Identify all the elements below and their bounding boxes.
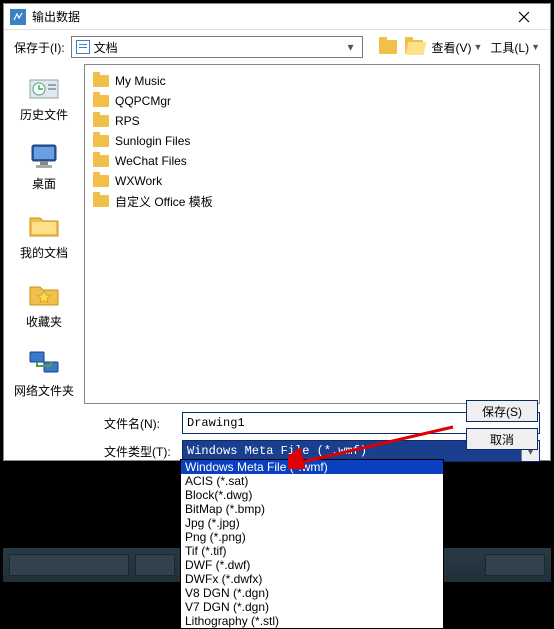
list-item[interactable]: RPS [91,111,533,131]
filetype-label: 文件类型(T): [104,443,174,460]
sidebar-item-label: 我的文档 [20,244,68,261]
dropdown-option[interactable]: V7 DGN (*.dgn) [181,600,443,614]
dialog-buttons: 保存(S) 取消 [466,400,538,450]
tools-label: 工具(L) [490,39,529,56]
file-name: WeChat Files [115,154,187,168]
toolbar: 查看(V) ▼ 工具(L) ▼ [379,39,540,56]
save-in-value: 文档 [94,39,343,56]
save-in-label: 保存于(I): [14,39,65,56]
sidebar-item-mydocs[interactable]: 我的文档 [9,206,79,265]
dropdown-option[interactable]: Jpg (*.jpg) [181,516,443,530]
sidebar-item-network[interactable]: 网络文件夹 [9,344,79,403]
view-button[interactable]: 查看(V) ▼ [431,39,482,56]
folder-icon [93,95,109,107]
file-name: 自定义 Office 模板 [115,193,213,210]
file-name: RPS [115,114,140,128]
list-item[interactable]: Sunlogin Files [91,131,533,151]
cancel-button[interactable]: 取消 [466,428,538,450]
sidebar-item-label: 桌面 [32,175,56,192]
content-row: 历史文件 桌面 我的文档 [4,64,550,404]
titlebar: 输出数据 [4,4,550,30]
folder-icon [93,195,109,207]
file-name: My Music [115,74,166,88]
open-folder-icon[interactable] [405,40,423,54]
dropdown-option[interactable]: Windows Meta File (*.wmf) [181,460,443,474]
chevron-down-icon: ▾ [342,40,358,54]
dropdown-option[interactable]: BitMap (*.bmp) [181,502,443,516]
chevron-down-icon: ▼ [531,42,540,52]
filetype-dropdown[interactable]: Windows Meta File (*.wmf)ACIS (*.sat)Blo… [180,459,444,629]
dropdown-option[interactable]: DWF (*.dwf) [181,558,443,572]
list-item[interactable]: My Music [91,71,533,91]
save-in-row: 保存于(I): 文档 ▾ 查看(V) ▼ 工具(L) ▼ [4,30,550,64]
close-icon [518,11,530,23]
file-name: Sunlogin Files [115,134,190,148]
dropdown-option[interactable]: Lithography (*.stl) [181,614,443,628]
favorites-icon [26,279,62,309]
app-icon [10,9,26,25]
file-list[interactable]: My Music QQPCMgr RPS Sunlogin Files WeChat F… [84,64,540,404]
list-item[interactable]: WXWork [91,171,533,191]
view-label: 查看(V) [431,39,471,56]
folder-icon [26,210,62,240]
folder-icon [93,135,109,147]
folder-icon [93,115,109,127]
sidebar-item-desktop[interactable]: 桌面 [9,137,79,196]
dropdown-option[interactable]: Tif (*.tif) [181,544,443,558]
sidebar-item-label: 收藏夹 [26,313,62,330]
folder-icon [93,75,109,87]
dialog-title: 输出数据 [32,8,504,25]
save-in-combo[interactable]: 文档 ▾ [71,36,364,58]
save-button[interactable]: 保存(S) [466,400,538,422]
folder-icon [93,155,109,167]
back-folder-icon[interactable] [379,40,397,54]
folder-icon [93,175,109,187]
dropdown-option[interactable]: Png (*.png) [181,530,443,544]
dropdown-option[interactable]: DWFx (*.dwfx) [181,572,443,586]
documents-icon [76,40,90,54]
sidebar-item-history[interactable]: 历史文件 [9,68,79,127]
export-dialog: 输出数据 保存于(I): 文档 ▾ 查看(V) ▼ 工具(L) ▼ [3,3,551,461]
dropdown-option[interactable]: Block(*.dwg) [181,488,443,502]
close-button[interactable] [504,5,544,29]
dropdown-option[interactable]: V8 DGN (*.dgn) [181,586,443,600]
desktop-icon [26,141,62,171]
network-icon [26,348,62,378]
dropdown-option[interactable]: ACIS (*.sat) [181,474,443,488]
chevron-down-icon: ▼ [473,42,482,52]
places-sidebar: 历史文件 桌面 我的文档 [4,64,84,404]
tools-button[interactable]: 工具(L) ▼ [490,39,540,56]
file-name: QQPCMgr [115,94,171,108]
filename-label: 文件名(N): [104,415,174,432]
sidebar-item-label: 网络文件夹 [14,382,74,399]
list-item[interactable]: 自定义 Office 模板 [91,191,533,211]
sidebar-item-label: 历史文件 [20,106,68,123]
sidebar-item-favorites[interactable]: 收藏夹 [9,275,79,334]
list-item[interactable]: QQPCMgr [91,91,533,111]
list-item[interactable]: WeChat Files [91,151,533,171]
history-icon [26,72,62,102]
file-name: WXWork [115,174,162,188]
